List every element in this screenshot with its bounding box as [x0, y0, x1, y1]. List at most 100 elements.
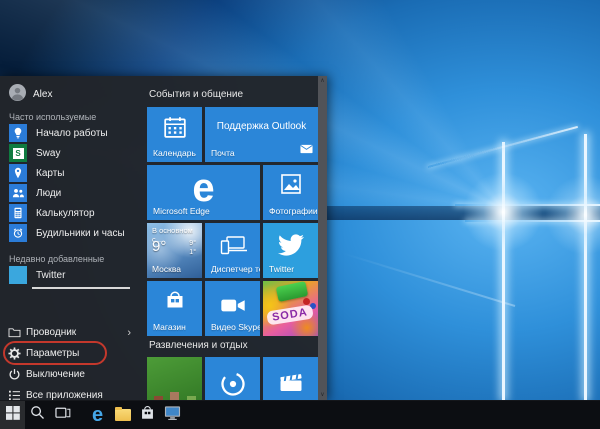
tile-phone-companion[interactable]: Диспетчер те...: [205, 223, 260, 278]
light-beam: [342, 252, 516, 307]
edge-icon: e: [91, 404, 104, 426]
tile-label: Фотографии: [269, 206, 318, 216]
store-icon: [140, 405, 155, 426]
phone-laptop-icon: [205, 235, 260, 257]
start-button[interactable]: [0, 401, 25, 429]
app-label: Будильники и часы: [36, 227, 125, 239]
system-items: Проводник › Параметры Выключение Все при…: [0, 322, 147, 400]
recent-apps-header: Недавно добавленные: [9, 254, 105, 264]
file-explorer-taskbar-button[interactable]: [110, 401, 135, 429]
light-glow: [545, 175, 600, 255]
menu-item-settings[interactable]: Параметры: [0, 343, 147, 364]
menu-item-label: Проводник: [26, 327, 77, 338]
taskbar-separator: [75, 401, 85, 429]
app-item-people[interactable]: Люди: [0, 183, 147, 203]
file-explorer-icon: [114, 407, 131, 421]
candy-icon: [303, 298, 310, 305]
tile-group-header: Развлечения и отдых: [149, 340, 248, 351]
light-glow: [463, 172, 543, 252]
tile-label: Видео Skype: [211, 322, 260, 332]
edge-logo: e: [192, 166, 215, 210]
tile-microsoft-edge[interactable]: e Microsoft Edge: [147, 165, 260, 220]
user-account[interactable]: Alex: [9, 84, 52, 104]
twitter-bird-icon: [263, 232, 318, 258]
tile-weather[interactable]: В основном с... 9° 9° 1° Москва: [147, 223, 202, 278]
tile-photos[interactable]: Фотографии: [263, 165, 318, 220]
menu-item-all-apps[interactable]: Все приложения: [0, 385, 147, 400]
frequent-apps-header: Часто используемые: [9, 112, 97, 122]
scroll-down-icon[interactable]: ∨: [320, 390, 324, 400]
store-taskbar-button[interactable]: [135, 401, 160, 429]
calculator-icon: [9, 204, 27, 222]
task-view-button[interactable]: [50, 401, 75, 429]
search-icon: [30, 405, 45, 425]
map-pin-icon: [9, 164, 27, 182]
photos-icon: [263, 173, 318, 195]
windows-desktop: Alex Часто используемые Начало работы S …: [0, 0, 600, 429]
app-label: Люди: [36, 187, 62, 199]
expand-chevron-icon[interactable]: ›: [127, 327, 131, 339]
menu-item-label: Все приложения: [26, 390, 103, 400]
twitter-tile-icon: [9, 266, 27, 284]
calendar-icon: [147, 115, 202, 139]
scroll-up-icon[interactable]: ∧: [320, 76, 324, 86]
tile-calendar[interactable]: Календарь: [147, 107, 202, 162]
lightbulb-icon: [9, 124, 27, 142]
tile-twitter[interactable]: Twitter: [263, 223, 318, 278]
app-label: Карты: [36, 167, 65, 179]
tile-label: Почта: [211, 148, 235, 158]
avatar: [9, 84, 26, 104]
app-label: Начало работы: [36, 127, 108, 139]
app-item-get-started[interactable]: Начало работы: [0, 123, 147, 143]
app-item-maps[interactable]: Карты: [0, 163, 147, 183]
search-button[interactable]: [25, 401, 50, 429]
app-label: Twitter: [36, 269, 66, 281]
app-label: Калькулятор: [36, 207, 95, 219]
weather-high-low: 9° 1°: [189, 240, 196, 257]
edge-taskbar-button[interactable]: e: [85, 401, 110, 429]
tile-label: Диспетчер те...: [211, 264, 260, 274]
scrollbar[interactable]: ∧ ∨: [318, 76, 327, 400]
tiles-area: События и общение Календарь Поддержка Ou…: [147, 76, 318, 400]
alarm-clock-icon: [9, 224, 27, 242]
app-item-alarms[interactable]: Будильники и часы: [0, 223, 147, 243]
folder-icon: [8, 326, 21, 340]
window-light-line-vertical: [584, 134, 587, 400]
menu-item-label: Параметры: [26, 348, 80, 359]
tile-groove-music[interactable]: [205, 357, 260, 400]
display-app-taskbar-button[interactable]: [160, 401, 185, 429]
soda-banner: SODA: [266, 304, 314, 326]
tile-label: Календарь: [153, 148, 196, 158]
user-name: Alex: [33, 88, 53, 100]
app-item-twitter[interactable]: Twitter: [0, 265, 147, 285]
power-icon: [8, 368, 21, 382]
tile-group-header: События и общение: [149, 89, 244, 100]
groove-music-icon: [205, 370, 260, 398]
minecraft-character: [168, 392, 181, 400]
install-progress-bar: [32, 287, 130, 289]
tile-movies-tv[interactable]: [263, 357, 318, 400]
menu-item-file-explorer[interactable]: Проводник ›: [0, 322, 147, 343]
tile-skype-video[interactable]: Видео Skype: [205, 281, 260, 336]
weather-city: Москва: [152, 264, 182, 274]
envelope-icon: [300, 144, 313, 157]
recent-apps-list: Twitter: [0, 265, 147, 289]
frequent-apps-list: Начало работы S Sway Карты Люди Калькуля…: [0, 123, 147, 243]
start-menu: Alex Часто используемые Начало работы S …: [0, 76, 327, 400]
tile-candy-crush-soda[interactable]: SODA: [263, 281, 318, 336]
app-item-sway[interactable]: S Sway: [0, 143, 147, 163]
windows-logo-icon: [5, 405, 20, 425]
app-item-calculator[interactable]: Калькулятор: [0, 203, 147, 223]
store-bag-icon: [147, 289, 202, 311]
tile-mail[interactable]: Поддержка Outlook Почта: [205, 107, 318, 162]
mail-live-text: Поддержка Outlook: [216, 121, 307, 132]
tile-label: Магазин: [153, 322, 186, 332]
menu-item-power[interactable]: Выключение: [0, 364, 147, 385]
tile-label: Twitter: [269, 264, 295, 274]
video-camera-icon: [205, 297, 260, 314]
tile-label: Microsoft Edge: [153, 206, 210, 216]
tile-minecraft[interactable]: [147, 357, 202, 400]
sway-icon: S: [9, 144, 27, 162]
tile-store[interactable]: Магазин: [147, 281, 202, 336]
taskbar: e: [0, 400, 600, 429]
